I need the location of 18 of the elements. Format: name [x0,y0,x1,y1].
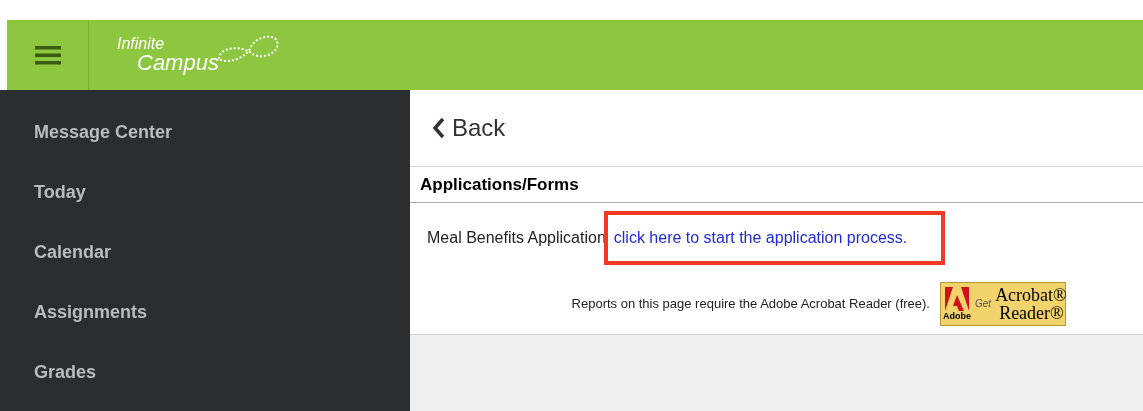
sidebar-item[interactable]: Grades [0,342,410,402]
sidebar-item[interactable]: Message Center [0,102,410,162]
chevron-left-icon [432,117,446,139]
badge-text: Reader® [999,303,1065,322]
adobe-icon [944,286,970,312]
sidebar-item[interactable]: Assignments [0,282,410,342]
section-title: Applications/Forms [420,173,579,196]
badge-text: Get [975,297,992,311]
sidebar-item[interactable]: Today [0,162,410,222]
sidebar-item[interactable]: Calendar [0,222,410,282]
logo-text: Campus [137,52,219,74]
back-button[interactable]: Back [432,110,506,146]
badge-text: Acrobat® [995,285,1067,304]
badge-text: Adobe [943,312,971,321]
logo-text: Infinite [117,36,166,52]
reader-note: Reports on this page require the Adobe Acrobat Reader (free). [571,294,930,313]
application-link[interactable]: click here to start the application process. [613,226,936,250]
application-label: Meal Benefits Application [427,228,606,248]
